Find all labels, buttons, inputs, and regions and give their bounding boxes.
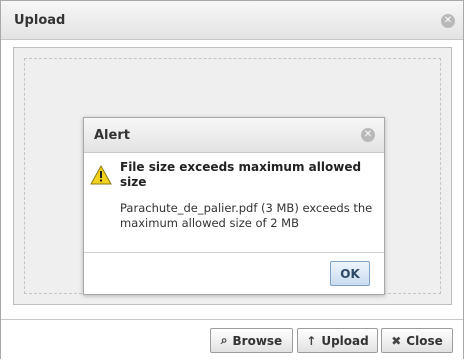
alert-heading: File size exceeds maximum allowed size	[120, 160, 362, 189]
modal-overlay: Alert ✕ File size exceeds maximum allowe…	[0, 0, 464, 359]
alert-title: Alert	[94, 128, 130, 143]
warning-icon	[90, 165, 112, 185]
ok-button[interactable]: OK	[330, 261, 370, 286]
alert-divider	[84, 252, 384, 253]
alert-dialog: Alert ✕ File size exceeds maximum allowe…	[83, 117, 385, 295]
alert-titlebar: Alert ✕	[84, 118, 384, 153]
alert-close-icon[interactable]: ✕	[361, 128, 375, 142]
alert-message: Parachute_de_palier.pdf (3 MB) exceeds t…	[120, 201, 373, 230]
